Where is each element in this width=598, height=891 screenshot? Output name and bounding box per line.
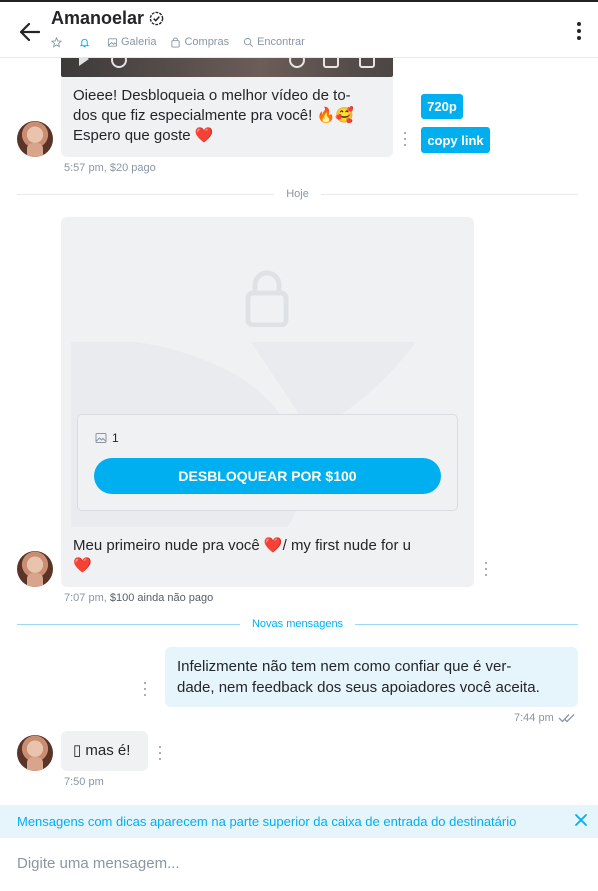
message-meta: 5:57 pm, $20 pago <box>64 162 156 174</box>
tab-favorite[interactable] <box>51 36 65 48</box>
message-text-line: Espero que goste ❤️ <box>73 127 214 144</box>
price-status: $20 pago <box>109 162 156 174</box>
avatar[interactable] <box>17 551 53 587</box>
back-arrow-button[interactable] <box>16 18 44 46</box>
unlock-card: 1 DESBLOQUEAR POR $100 <box>77 414 458 511</box>
message-options-button[interactable] <box>404 132 408 146</box>
message-text-line: ❤️ <box>73 557 92 574</box>
chat-title[interactable]: Amanoelar <box>51 8 164 29</box>
star-icon <box>51 36 62 48</box>
tab-notifications[interactable] <box>79 37 93 48</box>
message-time: 7:44 pm <box>514 712 554 724</box>
verified-icon <box>149 11 164 26</box>
play-icon[interactable] <box>79 58 89 66</box>
media-count-value: 1 <box>112 431 119 445</box>
message-text: ▯ mas é! <box>73 742 131 759</box>
header-tabs: Galeria Compras Encontrar <box>51 36 319 48</box>
media-count: 1 <box>95 431 119 445</box>
price-status: $100 ainda não pago <box>109 592 214 604</box>
copy-link-button[interactable]: copy link <box>421 127 490 153</box>
image-icon <box>95 433 107 443</box>
lock-icon <box>245 270 289 327</box>
avatar[interactable] <box>17 121 53 157</box>
date-divider: Hoje <box>17 187 578 201</box>
message-composer <box>0 837 598 891</box>
message-options-button[interactable] <box>144 682 148 696</box>
tips-info-text: Mensagens com dicas aparecem na parte su… <box>17 813 517 829</box>
locked-media: 1 DESBLOQUEAR POR $100 <box>61 217 474 527</box>
new-messages-label: Novas mensagens <box>251 618 344 630</box>
tips-info-bar: Mensagens com dicas aparecem na parte su… <box>0 805 598 837</box>
new-messages-divider: Novas mensagens <box>17 617 579 631</box>
message-input[interactable] <box>17 852 577 874</box>
dot <box>577 22 581 26</box>
avatar[interactable] <box>17 735 53 771</box>
video-player-strip[interactable] <box>61 58 393 77</box>
quality-720p-button[interactable]: 720p <box>421 94 463 119</box>
fullscreen-icon[interactable] <box>359 58 375 68</box>
more-options-button[interactable] <box>572 20 586 42</box>
message-bubble-incoming: Oieee! Desbloqueia o melhor vídeo de to-… <box>61 77 393 157</box>
date-divider-label: Hoje <box>286 188 309 200</box>
dot <box>577 29 581 33</box>
message-options-button[interactable] <box>159 746 163 760</box>
message-meta: 7:44 pm <box>514 712 578 724</box>
message-text-line: Infelizmente não tem nem como confiar qu… <box>177 658 512 675</box>
chat-header: Amanoelar Galeria Compras Encontrar <box>0 0 598 58</box>
close-icon[interactable] <box>574 813 588 827</box>
message-meta: 7:50 pm <box>64 776 104 788</box>
message-text-line: dade, nem feedback dos seus apoiadores v… <box>177 679 540 696</box>
tab-gallery-label: Galeria <box>121 36 157 48</box>
message-options-button[interactable] <box>485 562 489 576</box>
chat-title-text: Amanoelar <box>51 8 145 28</box>
message-time: 5:57 pm, <box>64 162 107 174</box>
tab-find[interactable]: Encontrar <box>243 36 305 48</box>
mute-icon[interactable] <box>111 58 127 68</box>
back-arrow-icon <box>20 23 40 41</box>
unlock-button[interactable]: DESBLOQUEAR POR $100 <box>94 458 441 494</box>
pip-icon[interactable] <box>323 58 339 68</box>
message-text-line: Meu primeiro nude pra você ❤️/ my first … <box>73 537 411 554</box>
double-check-icon <box>558 714 575 723</box>
message-time: 7:07 pm, <box>64 592 107 604</box>
tab-find-label: Encontrar <box>257 36 305 48</box>
message-bubble-outgoing: Infelizmente não tem nem como confiar qu… <box>165 647 578 707</box>
tab-purchases[interactable]: Compras <box>170 36 229 48</box>
search-icon <box>244 37 254 47</box>
bell-icon <box>79 38 90 47</box>
tab-gallery[interactable]: Galeria <box>107 36 156 48</box>
message-meta: 7:07 pm, $100 ainda não pago <box>64 592 213 604</box>
message-text-line: dos que fiz especialmente pra você! 🔥🥰 <box>73 107 354 124</box>
message-text-line: Oieee! Desbloqueia o melhor vídeo de to- <box>73 87 351 104</box>
message-time: 7:50 pm <box>64 776 104 788</box>
message-bubble-incoming: ▯ mas é! <box>61 731 148 771</box>
bag-icon <box>171 36 181 48</box>
message-bubble-incoming: Meu primeiro nude pra você ❤️/ my first … <box>61 527 474 587</box>
tab-purchases-label: Compras <box>184 36 230 48</box>
dot <box>577 36 581 40</box>
settings-icon[interactable] <box>289 58 305 68</box>
image-icon <box>107 37 118 47</box>
